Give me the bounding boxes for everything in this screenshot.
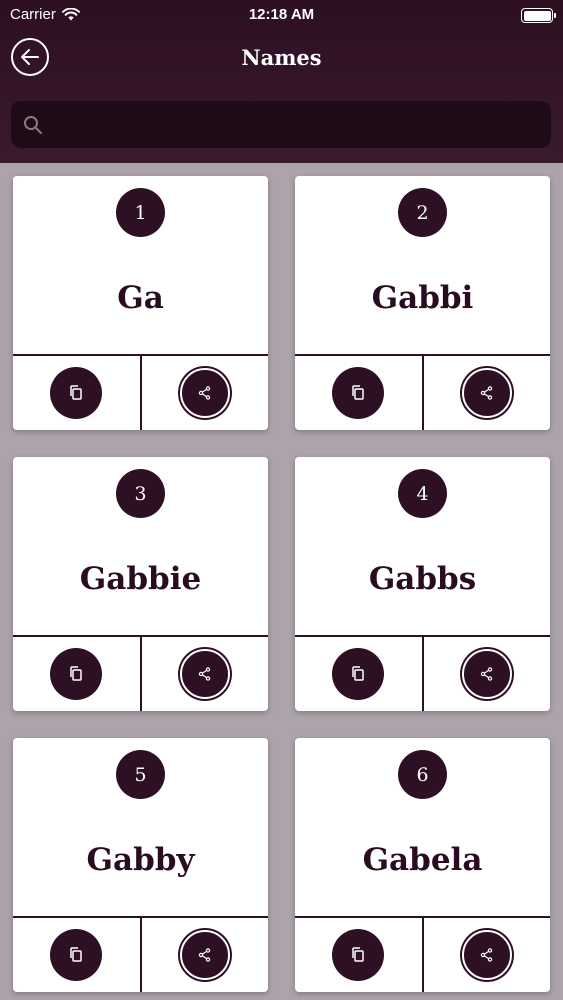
search-bar[interactable] (11, 101, 551, 148)
copy-icon (352, 947, 364, 962)
copy-icon (70, 385, 82, 400)
name-card[interactable]: 5 Gabby (13, 738, 268, 992)
card-name: Gabby (86, 842, 195, 878)
copy-icon (352, 666, 364, 681)
battery-icon (521, 8, 556, 23)
share-icon (480, 386, 492, 400)
share-button[interactable] (421, 918, 551, 992)
names-grid: 1 Ga 2 Gabbi 3 Gabbie 4 Gabbs 5 Gabby 6 … (13, 176, 550, 992)
copy-button[interactable] (295, 356, 422, 430)
header: Carrier 12:18 AM Names (0, 0, 563, 163)
name-card[interactable]: 4 Gabbs (295, 457, 550, 711)
card-name: Gabbi (371, 280, 474, 316)
card-number: 5 (116, 750, 165, 799)
share-button[interactable] (421, 356, 551, 430)
card-actions (13, 354, 268, 430)
card-actions (295, 916, 550, 992)
share-button[interactable] (139, 637, 269, 711)
name-card[interactable]: 6 Gabela (295, 738, 550, 992)
copy-button[interactable] (295, 918, 422, 992)
copy-icon (352, 385, 364, 400)
copy-button[interactable] (13, 918, 140, 992)
copy-icon (70, 666, 82, 681)
card-name: Gabela (362, 842, 483, 878)
share-icon (198, 386, 210, 400)
card-number: 1 (116, 188, 165, 237)
card-name: Gabbie (79, 561, 202, 597)
search-icon (23, 115, 43, 135)
copy-button[interactable] (13, 637, 140, 711)
card-number: 6 (398, 750, 447, 799)
card-number: 3 (116, 469, 165, 518)
nav-bar: Names (0, 36, 563, 80)
status-bar: Carrier 12:18 AM (0, 0, 563, 30)
share-button[interactable] (139, 918, 269, 992)
page-title: Names (241, 45, 322, 70)
copy-icon (70, 947, 82, 962)
share-icon (198, 948, 210, 962)
share-button[interactable] (421, 637, 551, 711)
name-card[interactable]: 1 Ga (13, 176, 268, 430)
card-actions (295, 635, 550, 711)
share-icon (480, 948, 492, 962)
copy-button[interactable] (295, 637, 422, 711)
card-actions (13, 916, 268, 992)
name-card[interactable]: 3 Gabbie (13, 457, 268, 711)
clock: 12:18 AM (248, 6, 315, 23)
name-card[interactable]: 2 Gabbi (295, 176, 550, 430)
card-name: Ga (117, 280, 164, 316)
share-button[interactable] (139, 356, 269, 430)
share-icon (480, 667, 492, 681)
card-actions (295, 354, 550, 430)
search-input[interactable] (51, 101, 551, 148)
share-icon (198, 667, 210, 681)
card-actions (13, 635, 268, 711)
card-number: 4 (398, 469, 447, 518)
copy-button[interactable] (13, 356, 140, 430)
card-name: Gabbs (368, 561, 477, 597)
card-number: 2 (398, 188, 447, 237)
